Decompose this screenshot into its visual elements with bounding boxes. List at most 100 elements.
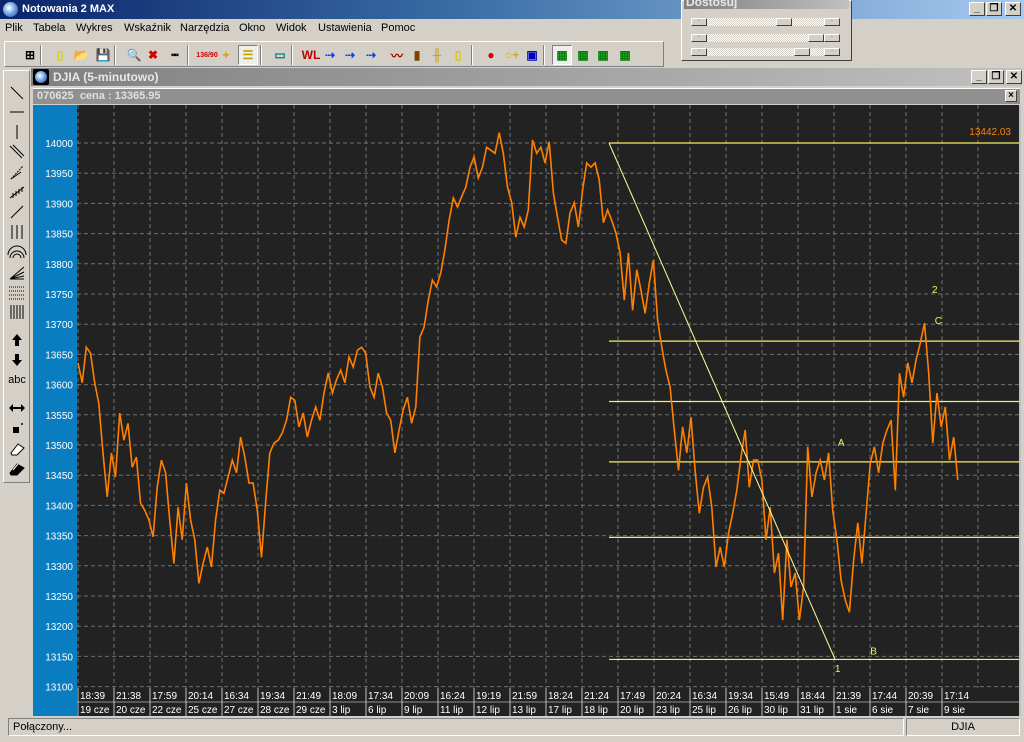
chart-window-title-bar[interactable]: DJIA (5-minutowo) _ ❐ ✕ xyxy=(31,68,1022,86)
tool-up-arrow[interactable] xyxy=(7,331,27,349)
slider-track[interactable] xyxy=(707,48,824,56)
zoom-magnifier-button[interactable]: 🔍 xyxy=(124,45,144,65)
layout-1-icon: ▦ xyxy=(556,48,568,62)
slider-track[interactable] xyxy=(707,18,824,26)
tool-triple-vertical[interactable] xyxy=(7,223,27,241)
menu-wykres[interactable]: Wykres xyxy=(76,22,113,34)
tool-fibonacci-arcs[interactable] xyxy=(7,243,27,261)
slider-increase-button[interactable]: · xyxy=(824,18,840,26)
restore-button[interactable]: ❐ xyxy=(986,2,1002,16)
add-alert-icon: ▣ xyxy=(526,48,538,62)
tool-fibonacci-retracement[interactable] xyxy=(7,283,27,301)
chart-minimize-button[interactable]: _ xyxy=(971,70,987,84)
slider-thumb[interactable] xyxy=(776,18,792,26)
tool-speed-lines[interactable] xyxy=(7,163,27,181)
x-tick-time: 21:38 xyxy=(116,691,141,702)
y-tick-label: 13400 xyxy=(45,501,73,512)
new-file-button[interactable]: ▯ xyxy=(50,45,70,65)
tool-ray-line[interactable] xyxy=(7,203,27,221)
adjust-panel-title[interactable]: Dostosuj xyxy=(684,0,849,9)
scale-numbers-button[interactable]: 136/90 xyxy=(196,45,217,65)
lines-settings-button[interactable]: ☰ xyxy=(238,45,258,65)
tool-gann-fan[interactable] xyxy=(7,183,27,201)
slider-decrease-button[interactable]: · xyxy=(691,48,707,56)
y-tick-label: 13300 xyxy=(45,562,73,573)
x-tick-date: 18 lip xyxy=(584,705,608,716)
x-tick-date: 22 cze xyxy=(152,705,182,716)
x-tick-date: 12 lip xyxy=(476,705,500,716)
slider-decrease-button[interactable]: · xyxy=(691,34,707,42)
layout-2-button[interactable]: ▦ xyxy=(573,45,593,65)
trend-arrow-2-button[interactable]: ⇢ xyxy=(340,45,360,65)
tool-horizontal-line[interactable] xyxy=(7,103,27,121)
plot-area xyxy=(77,105,1019,688)
adjust-slider-3[interactable]: · · xyxy=(691,48,842,56)
slider-track[interactable] xyxy=(707,34,824,42)
traffic-light-button[interactable]: ● xyxy=(481,45,501,65)
adjust-slider-2[interactable]: · · xyxy=(691,34,842,42)
tool-fibonacci-fan[interactable] xyxy=(7,263,27,281)
grid-layout-button[interactable]: ⊞ xyxy=(20,45,40,65)
x-tick-date: 25 lip xyxy=(692,705,716,716)
ohlc-chart-button[interactable]: ╫ xyxy=(427,45,447,65)
price-info-bar: 070625 cena : 13365.95 × xyxy=(33,88,1020,104)
open-folder-button[interactable]: 📂 xyxy=(71,45,91,65)
menu-ustawienia[interactable]: Ustawienia xyxy=(318,22,372,34)
menu-wskaznik[interactable]: Wskaźnik xyxy=(124,22,171,34)
slider-increase-button[interactable]: · xyxy=(824,48,840,56)
tool-eraser[interactable] xyxy=(7,439,27,457)
y-tick-label: 13100 xyxy=(45,683,73,694)
tool-horizontal-move[interactable] xyxy=(7,399,27,417)
tool-text-tool[interactable]: abc xyxy=(7,371,27,389)
menu-okno[interactable]: Okno xyxy=(239,22,265,34)
slider-decrease-button[interactable]: · xyxy=(691,18,707,26)
ruler-button[interactable]: ┅ xyxy=(165,45,185,65)
info-close-button[interactable]: × xyxy=(1005,90,1017,102)
tool-vertical-line[interactable] xyxy=(7,123,27,141)
tool-down-arrow[interactable] xyxy=(7,351,27,369)
delete-zoom-button[interactable]: ✖ xyxy=(143,45,163,65)
menu-tabela[interactable]: Tabela xyxy=(33,22,65,34)
menu-widok[interactable]: Widok xyxy=(276,22,307,34)
line-chart-button[interactable]: 〰 xyxy=(387,45,407,65)
tool-move-point[interactable] xyxy=(7,419,27,437)
close-button[interactable]: ✕ xyxy=(1005,2,1021,16)
candlestick-chart-button[interactable]: ▯ xyxy=(448,45,468,65)
adjust-panel: Dostosuj · · · · · · xyxy=(681,0,852,61)
price-chart[interactable]: 14000 13950 13900 13850 13800 13750 13700 13650… xyxy=(33,105,1021,716)
tool-fibonacci-time[interactable] xyxy=(7,303,27,321)
trend-arrow-1-button[interactable]: ⇢ xyxy=(320,45,340,65)
bar-chart-button[interactable]: ▮ xyxy=(407,45,427,65)
tool-trend-line[interactable] xyxy=(7,84,27,102)
save-button[interactable]: 💾 xyxy=(93,45,113,65)
crosshair-button[interactable]: + xyxy=(216,45,236,65)
horizontal-line-icon xyxy=(10,111,24,113)
slider-increase-button[interactable]: · xyxy=(824,34,840,42)
menu-pomoc[interactable]: Pomoc xyxy=(381,22,415,34)
minimize-button[interactable]: _ xyxy=(969,2,985,16)
trend-arrow-3-button[interactable]: ⇢ xyxy=(361,45,381,65)
ruler-icon: ┅ xyxy=(171,48,179,62)
chart-restore-button[interactable]: ❐ xyxy=(988,70,1004,84)
tool-erase-all[interactable] xyxy=(7,459,27,477)
add-signal-button[interactable]: ○+ xyxy=(502,45,522,65)
price-info-text: 070625 cena : 13365.95 xyxy=(37,90,161,102)
layout-1-button[interactable]: ▦ xyxy=(552,45,572,65)
status-bar: Połączony... DJIA xyxy=(0,718,1024,740)
add-alert-button[interactable]: ▣ xyxy=(522,45,542,65)
slider-thumb[interactable] xyxy=(794,48,810,56)
delete-zoom-icon: ✖ xyxy=(147,48,159,62)
app-globe-icon xyxy=(3,2,18,17)
fibonacci-retracement-icon xyxy=(9,286,25,300)
menu-narzedzia[interactable]: Narzędzia xyxy=(180,22,230,34)
chart-close-button[interactable]: ✕ xyxy=(1006,70,1022,84)
wl-indicator-button[interactable]: WL xyxy=(301,45,321,65)
data-window-button[interactable]: ▭ xyxy=(270,45,290,65)
layout-3-button[interactable]: ▦ xyxy=(593,45,613,65)
adjust-slider-1[interactable]: · · xyxy=(691,18,842,26)
menu-plik[interactable]: Plik xyxy=(5,22,23,34)
tool-parallel-lines[interactable] xyxy=(7,143,27,161)
layout-4-button[interactable]: ▦ xyxy=(615,45,635,65)
trend-line-icon xyxy=(10,86,24,100)
slider-thumb[interactable] xyxy=(808,34,824,42)
